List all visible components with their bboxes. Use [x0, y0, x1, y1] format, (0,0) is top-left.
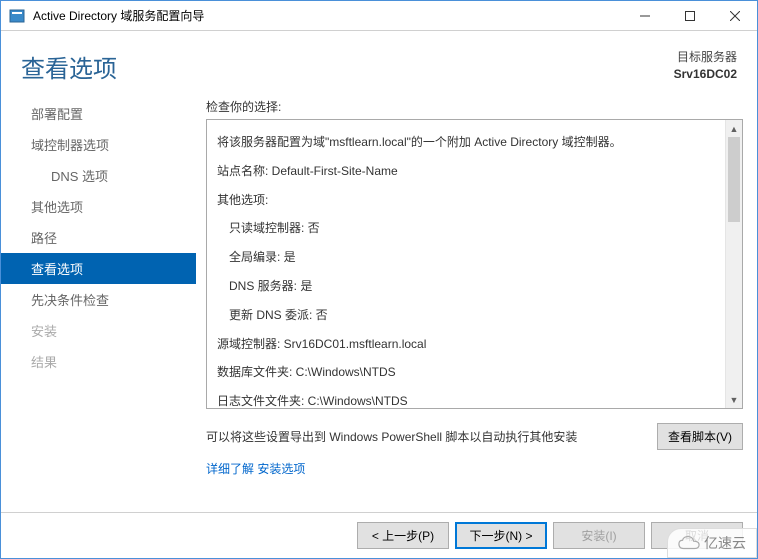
- sidebar-item-dc-options[interactable]: 域控制器选项: [1, 129, 196, 160]
- cloud-icon: [678, 535, 700, 551]
- previous-button[interactable]: < 上一步(P): [357, 522, 449, 549]
- review-line: 站点名称: Default-First-Site-Name: [217, 157, 715, 186]
- target-server-label: 目标服务器: [674, 49, 737, 66]
- review-textbox[interactable]: 将该服务器配置为域"msftlearn.local"的一个附加 Active D…: [206, 119, 743, 409]
- review-line: 将该服务器配置为域"msftlearn.local"的一个附加 Active D…: [217, 128, 715, 157]
- app-icon: [9, 8, 25, 24]
- scroll-track[interactable]: [726, 137, 742, 391]
- close-icon: [730, 11, 740, 21]
- title-bar: Active Directory 域服务配置向导: [1, 1, 757, 31]
- close-button[interactable]: [712, 1, 757, 30]
- next-button[interactable]: 下一步(N) >: [455, 522, 547, 549]
- sidebar-item-install: 安装: [1, 315, 196, 346]
- review-line: 更新 DNS 委派: 否: [217, 301, 715, 330]
- review-text: 将该服务器配置为域"msftlearn.local"的一个附加 Active D…: [207, 120, 725, 408]
- more-info-link[interactable]: 详细了解 安装选项: [206, 462, 305, 476]
- install-button: 安装(I): [553, 522, 645, 549]
- wizard-body: 查看选项 目标服务器 Srv16DC02 部署配置 域控制器选项 DNS 选项 …: [1, 31, 757, 558]
- content-pane: 检查你的选择: 将该服务器配置为域"msftlearn.local"的一个附加 …: [196, 90, 747, 512]
- view-script-button[interactable]: 查看脚本(V): [657, 423, 743, 450]
- sidebar-item-review[interactable]: 查看选项: [1, 253, 196, 284]
- wizard-footer: < 上一步(P) 下一步(N) > 安装(I) 取消: [1, 512, 757, 558]
- sidebar-item-dns-options[interactable]: DNS 选项: [1, 160, 196, 191]
- main-area: 部署配置 域控制器选项 DNS 选项 其他选项 路径 查看选项 先决条件检查 安…: [1, 90, 757, 512]
- page-title: 查看选项: [21, 49, 674, 84]
- scroll-thumb[interactable]: [728, 137, 740, 222]
- scroll-down-icon[interactable]: ▼: [726, 391, 742, 408]
- review-line: 数据库文件夹: C:\Windows\NTDS: [217, 358, 715, 387]
- watermark: 亿速云: [667, 528, 757, 558]
- review-line: 全局编录: 是: [217, 243, 715, 272]
- window-controls: [622, 1, 757, 30]
- review-line: DNS 服务器: 是: [217, 272, 715, 301]
- maximize-icon: [685, 11, 695, 21]
- target-server-box: 目标服务器 Srv16DC02: [674, 49, 737, 83]
- export-description: 可以将这些设置导出到 Windows PowerShell 脚本以自动执行其他安…: [206, 428, 657, 445]
- review-line: 源域控制器: Srv16DC01.msftlearn.local: [217, 330, 715, 359]
- sidebar-item-results: 结果: [1, 346, 196, 377]
- sidebar-item-deployment[interactable]: 部署配置: [1, 98, 196, 129]
- review-label: 检查你的选择:: [206, 98, 743, 115]
- export-row: 可以将这些设置导出到 Windows PowerShell 脚本以自动执行其他安…: [206, 423, 743, 450]
- target-server-value: Srv16DC02: [674, 66, 737, 83]
- review-line: 其他选项:: [217, 186, 715, 215]
- header-row: 查看选项 目标服务器 Srv16DC02: [1, 31, 757, 90]
- minimize-button[interactable]: [622, 1, 667, 30]
- maximize-button[interactable]: [667, 1, 712, 30]
- minimize-icon: [640, 11, 650, 21]
- wizard-steps-sidebar: 部署配置 域控制器选项 DNS 选项 其他选项 路径 查看选项 先决条件检查 安…: [1, 90, 196, 512]
- link-row: 详细了解 安装选项: [206, 460, 743, 477]
- watermark-text: 亿速云: [704, 533, 746, 553]
- sidebar-item-prereq[interactable]: 先决条件检查: [1, 284, 196, 315]
- sidebar-item-paths[interactable]: 路径: [1, 222, 196, 253]
- review-line: 只读域控制器: 否: [217, 214, 715, 243]
- review-line: 日志文件文件夹: C:\Windows\NTDS: [217, 387, 715, 408]
- window-title: Active Directory 域服务配置向导: [33, 7, 622, 24]
- scroll-up-icon[interactable]: ▲: [726, 120, 742, 137]
- sidebar-item-additional[interactable]: 其他选项: [1, 191, 196, 222]
- scrollbar[interactable]: ▲ ▼: [725, 120, 742, 408]
- wizard-window: Active Directory 域服务配置向导 查看选项 目标服务器 Srv1…: [0, 0, 758, 559]
